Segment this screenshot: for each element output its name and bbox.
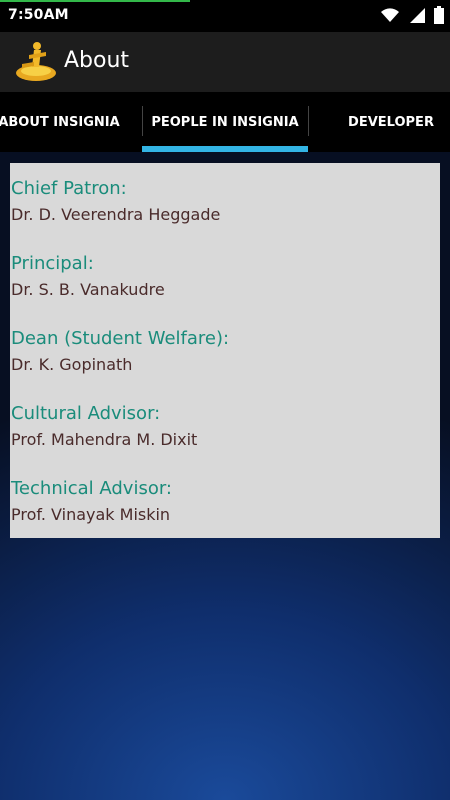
wifi-icon <box>381 8 399 22</box>
person-entry-principal: Principal: Dr. S. B. Vanakudre <box>11 253 431 301</box>
person-name: Dr. D. Veerendra Heggade <box>11 205 221 224</box>
person-entry-technical-advisor: Technical Advisor: Prof. Vinayak Miskin <box>11 478 431 526</box>
person-entry-chief-patron: Chief Patron: Dr. D. Veerendra Heggade <box>11 178 431 226</box>
action-bar: About <box>0 32 450 92</box>
status-progress-line <box>0 0 190 2</box>
person-entry-cultural-advisor: Cultural Advisor: Prof. Mahendra M. Dixi… <box>11 403 431 451</box>
person-entry-dean: Dean (Student Welfare): Dr. K. Gopinath <box>11 328 431 376</box>
role-label: Dean (Student Welfare): <box>11 328 230 349</box>
role-label: Chief Patron: <box>11 178 127 199</box>
role-label: Cultural Advisor: <box>11 403 161 424</box>
person-name: Dr. S. B. Vanakudre <box>11 280 165 299</box>
person-name: Dr. K. Gopinath <box>11 355 133 374</box>
tab-divider <box>308 106 309 136</box>
status-icons <box>380 6 444 24</box>
tab-label: DEVELOPER <box>348 114 434 130</box>
tab-bar: ABOUT INSIGNIA PEOPLE IN INSIGNIA DEVELO… <box>0 92 450 152</box>
tab-label: PEOPLE IN INSIGNIA <box>151 114 299 130</box>
app-logo-icon[interactable] <box>12 40 58 84</box>
role-label: Technical Advisor: <box>11 478 172 499</box>
role-label: Principal: <box>11 253 94 274</box>
status-time: 7:50AM <box>8 7 69 23</box>
people-card: Chief Patron: Dr. D. Veerendra Heggade P… <box>10 163 440 538</box>
selected-tab-indicator <box>142 146 308 152</box>
battery-icon <box>434 6 444 24</box>
page-title: About <box>64 48 130 73</box>
person-name: Prof. Vinayak Miskin <box>11 505 171 524</box>
person-name: Prof. Mahendra M. Dixit <box>11 430 198 449</box>
tab-about-insignia[interactable]: ABOUT INSIGNIA <box>0 92 120 152</box>
tab-people-in-insignia[interactable]: PEOPLE IN INSIGNIA <box>142 92 308 152</box>
tab-label: ABOUT INSIGNIA <box>0 114 120 130</box>
status-bar: 7:50AM <box>0 0 450 32</box>
signal-icon <box>410 8 425 23</box>
tab-developer[interactable]: DEVELOPER <box>340 92 442 152</box>
